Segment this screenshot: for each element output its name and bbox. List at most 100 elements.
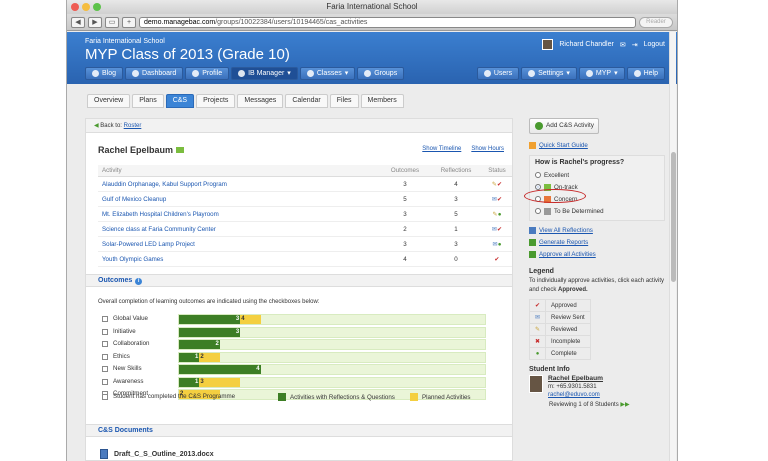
radio-tbd[interactable] (535, 208, 541, 214)
nav-label: Groups (374, 70, 398, 77)
outcome-checkbox[interactable] (102, 328, 108, 335)
view-reflections-link[interactable]: View All Reflections (529, 227, 665, 234)
tab-files[interactable]: Files (329, 94, 359, 108)
close-icon[interactable] (71, 3, 79, 11)
nav-groups[interactable]: Groups (357, 67, 405, 80)
help-icon (633, 70, 641, 77)
activity-link[interactable]: Gulf of Mexico Cleanup (98, 191, 380, 207)
outcome-checkbox[interactable] (102, 316, 108, 322)
legend-label: Review Sent (545, 311, 591, 324)
outcome-track: 31 (178, 376, 486, 388)
radio-excellent[interactable] (535, 172, 541, 178)
add-activity-button[interactable]: Add C&S Activity (529, 118, 599, 134)
table-row[interactable]: Alauddin Orphanage, Kabul Support Progra… (98, 176, 512, 192)
activity-link[interactable]: Alauddin Orphanage, Kabul Support Progra… (98, 176, 380, 192)
address-bar[interactable]: demo.managebac.com/groups/10022384/users… (139, 16, 636, 28)
mail-icon[interactable]: ✉ (620, 41, 626, 49)
green-swatch (278, 393, 286, 401)
user-menu: Richard Chandler ✉ ⇥ Logout (542, 39, 665, 50)
forward-arrow-icon[interactable]: ▶ (88, 16, 102, 28)
tab-projects[interactable]: Projects (196, 94, 236, 108)
outcome-checkbox[interactable] (102, 341, 108, 347)
table-row[interactable]: Science class at Faria Community Center 2… (98, 221, 512, 237)
tab-messages[interactable]: Messages (237, 94, 284, 108)
nav-profile[interactable]: Profile (185, 67, 230, 80)
legend-row: ● Complete (528, 347, 591, 360)
progress-option-tbd[interactable]: To Be Determined (535, 205, 659, 217)
nav-classes[interactable]: Classes ▾ (299, 67, 356, 80)
tab-members[interactable]: Members (360, 94, 404, 108)
reflections-count: 1 (430, 221, 482, 237)
screen-icon[interactable]: ▭ (105, 16, 119, 28)
legend-title: Legend (529, 268, 554, 275)
avatar[interactable] (542, 39, 554, 50)
outcome-checkbox[interactable] (102, 366, 108, 372)
tab-calendar[interactable]: Calendar (285, 94, 328, 108)
show-hours-link[interactable]: Show Hours (471, 146, 504, 152)
document-item[interactable]: Draft_C_S_Outline_2013.docx (100, 449, 214, 459)
table-row[interactable]: Solar-Powered LED Lamp Project 3 3 ✉● (98, 236, 512, 252)
nav-help[interactable]: Help (626, 67, 665, 80)
student-phone: m: +65.9301.5831 (548, 384, 597, 390)
window-controls[interactable] (71, 3, 101, 11)
progress-title: How is Rachel's progress? (535, 159, 625, 166)
outcome-label: New Skills (113, 365, 142, 372)
nav-myp[interactable]: MYP ▾ (578, 67, 625, 80)
activity-link[interactable]: Solar-Powered LED Lamp Project (98, 236, 380, 252)
info-icon[interactable]: i (135, 278, 143, 285)
reviewing-label: Reviewing 1 of 8 Students (549, 402, 619, 408)
outcome-checkbox[interactable] (102, 353, 108, 360)
add-tab-icon[interactable]: + (122, 16, 136, 28)
nav-users[interactable]: Users (476, 67, 520, 80)
col-reflections: Reflections (430, 165, 482, 177)
show-timeline-link[interactable]: Show Timeline (422, 146, 461, 152)
table-row[interactable]: Gulf of Mexico Cleanup 5 3 ✉✔ (98, 191, 512, 207)
activity-link[interactable]: Science class at Faria Community Center (98, 221, 380, 237)
quick-start-link[interactable]: Quick Start Guide (529, 142, 665, 149)
student-details: Rachel Epelbaum m: +65.9301.5831 rachel@… (548, 375, 603, 399)
reflected-bar: 1 (179, 352, 200, 362)
document-name[interactable]: Draft_C_S_Outline_2013.docx (114, 451, 214, 458)
progress-option-excellent[interactable]: Excellent (535, 169, 659, 181)
activity-link[interactable]: Mt. Elizabeth Hospital Children's Playro… (98, 206, 380, 222)
documents-section-header: C&S Documents (86, 424, 512, 437)
table-row[interactable]: Youth Olympic Games 4 0 ✔ (98, 251, 512, 267)
tab-cs[interactable]: C&S (165, 94, 195, 108)
nav-settings[interactable]: Settings ▾ (521, 67, 577, 80)
tab-overview[interactable]: Overview (87, 94, 131, 108)
next-student-icon[interactable]: ▶▶ (620, 402, 629, 408)
outcomes-count: 3 (380, 206, 430, 222)
outcome-label: Global Value (113, 315, 148, 322)
logout-link[interactable]: Logout (644, 41, 665, 48)
completed-checkbox[interactable] (102, 394, 108, 400)
roster-link[interactable]: Roster (124, 123, 142, 129)
scrollbar-thumb[interactable] (671, 152, 676, 282)
logout-icon[interactable]: ⇥ (632, 41, 638, 49)
minimize-icon[interactable] (82, 3, 90, 11)
table-row[interactable]: Mt. Elizabeth Hospital Children's Playro… (98, 206, 512, 222)
nav-dashboard[interactable]: Dashboard (125, 67, 184, 80)
approve-all-link[interactable]: Approve all Activities (529, 251, 665, 258)
legend-table: ✔ Approved ✉ Review Sent ✎ Reviewed ✖ Incomp… (528, 299, 591, 360)
window-titlebar: Faria International School (67, 0, 677, 14)
outcomes-count: 2 (380, 221, 430, 237)
maximize-icon[interactable] (93, 3, 101, 11)
nav-ib-manager[interactable]: IB Manager ▾ (231, 67, 298, 80)
generate-reports-link[interactable]: Generate Reports (529, 239, 665, 246)
nav-blog[interactable]: Blog (85, 67, 124, 80)
back-prefix: Back to: (100, 123, 122, 129)
scrollbar[interactable] (669, 32, 676, 461)
reader-button[interactable]: Reader (639, 16, 673, 28)
student-info-name[interactable]: Rachel Epelbaum (548, 375, 603, 383)
nav-label: Help (643, 70, 658, 77)
sidebar: Add C&S Activity Quick Start Guide How i… (524, 118, 665, 461)
globe-icon (238, 70, 246, 77)
user-name[interactable]: Richard Chandler (559, 41, 613, 48)
school-name: Faria International School (85, 38, 165, 45)
student-email[interactable]: rachel@eduvo.com (548, 391, 603, 399)
outcome-checkbox[interactable] (102, 378, 108, 385)
back-arrow-icon[interactable]: ◀ (71, 16, 85, 28)
tab-plans[interactable]: Plans (132, 94, 164, 108)
legend-label: Incomplete (545, 335, 591, 348)
activity-link[interactable]: Youth Olympic Games (98, 251, 380, 267)
